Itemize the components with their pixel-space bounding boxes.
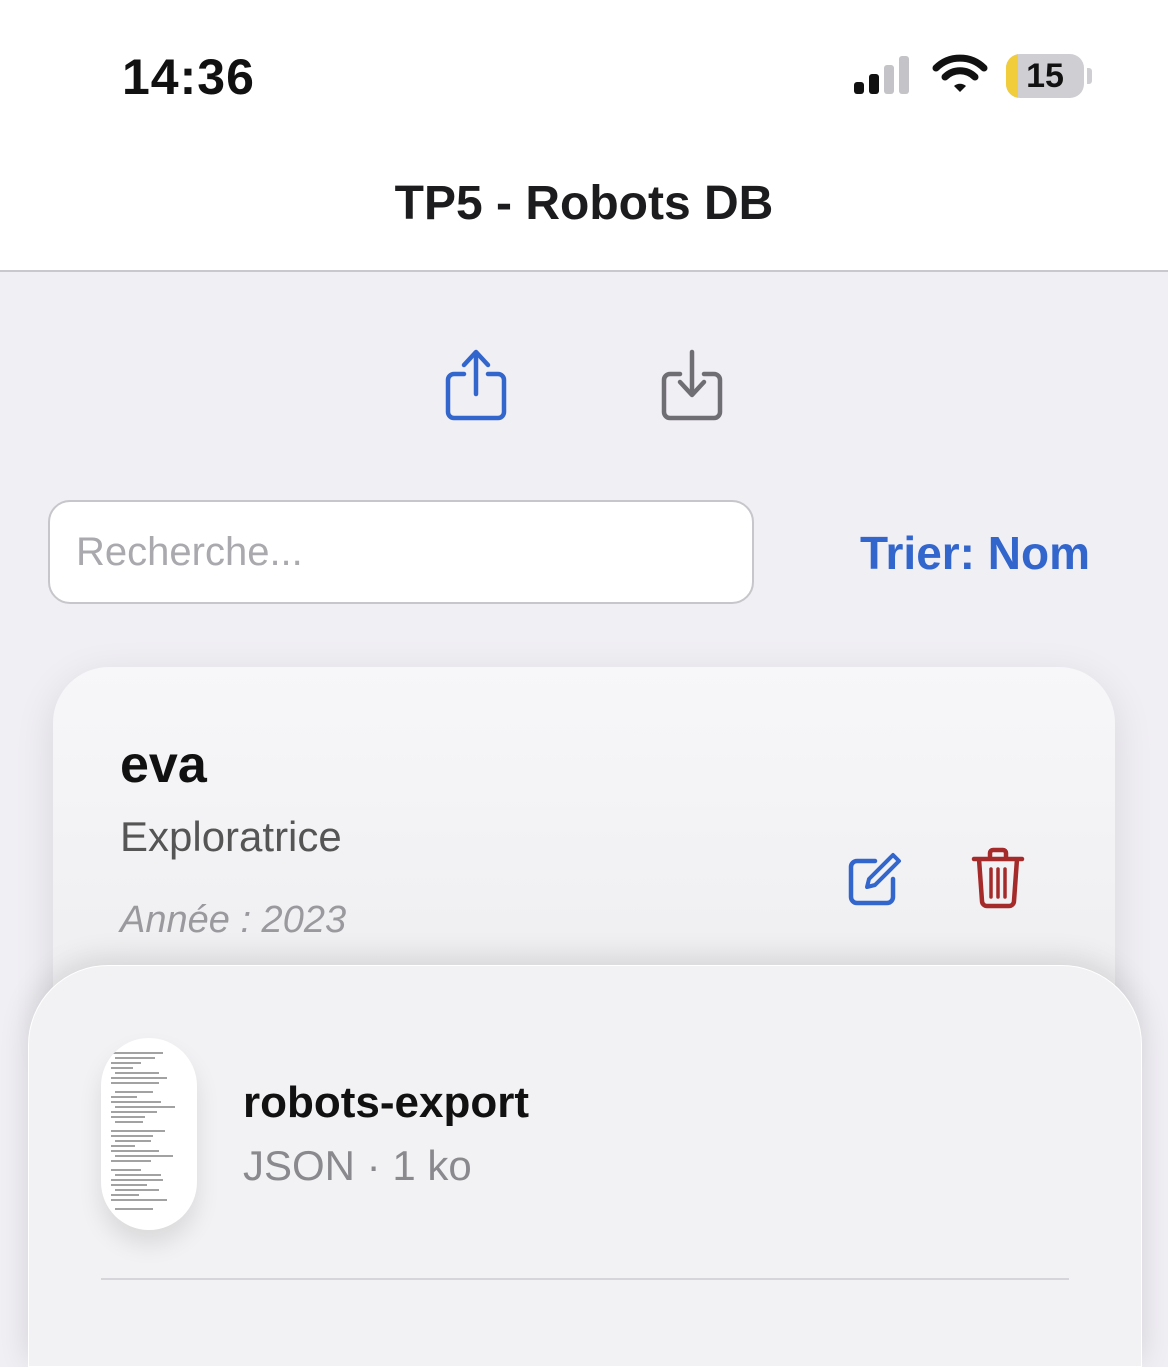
import-button[interactable] [652,340,732,430]
robot-year: Année : 2023 [120,899,347,941]
share-sheet: robots-export JSON · 1 ko [28,965,1142,1367]
wifi-icon [932,54,988,92]
file-name: robots-export [243,1078,529,1127]
sheet-divider [101,1278,1069,1280]
thumbnail-text-line [115,1140,151,1142]
thumbnail-text-line [111,1150,159,1152]
page-title: TP5 - Robots DB [394,177,774,230]
export-button[interactable] [436,340,516,430]
battery-level-text: 15 [1026,57,1064,95]
status-bar: 14:36 15 [0,0,1168,150]
thumbnail-text-line [115,1072,159,1074]
trash-icon[interactable] [971,847,1025,909]
thumbnail-text-line [115,1174,161,1176]
file-meta: JSON · 1 ko [243,1142,472,1189]
thumbnail-text-line [111,1199,167,1201]
thumbnail-text-line [111,1096,137,1098]
thumbnail-text-line [111,1067,133,1069]
signal-icon [854,56,909,94]
share-icon [445,349,507,421]
file-thumbnail [101,1038,197,1230]
thumbnail-text-line [111,1169,141,1171]
thumbnail-text-line [111,1062,141,1064]
nav-header: TP5 - Robots DB [0,150,1168,272]
thumbnail-text-line [111,1194,139,1196]
thumbnail-text-line [111,1130,165,1132]
battery-tip [1087,68,1092,84]
thumbnail-text-line [111,1160,151,1162]
search-input[interactable] [48,500,754,604]
robot-name: eva [120,736,207,794]
thumbnail-text-line [111,1101,161,1103]
thumbnail-text-line [111,1111,157,1113]
thumbnail-text-line [111,1179,163,1181]
thumbnail-text-line [111,1145,135,1147]
thumbnail-text-line [115,1155,173,1157]
thumbnail-text-line [111,1184,147,1186]
edit-icon[interactable] [845,849,905,909]
robot-type: Exploratrice [120,813,342,860]
thumbnail-text-line [111,1077,167,1079]
thumbnail-text-line [111,1052,163,1054]
thumbnail-text-line [115,1091,153,1093]
sort-button[interactable]: Trier: Nom [800,526,1090,580]
thumbnail-text-line [111,1135,153,1137]
thumbnail-text-line [111,1082,159,1084]
thumbnail-text-line [115,1208,153,1210]
thumbnail-text-line [115,1121,143,1123]
battery-icon: 15 [1006,54,1084,98]
thumbnail-text-line [115,1189,159,1191]
import-icon [661,349,723,421]
thumbnail-text-line [111,1116,145,1118]
status-time: 14:36 [122,49,255,105]
thumbnail-text-line [115,1057,155,1059]
thumbnail-text-line [115,1106,175,1108]
